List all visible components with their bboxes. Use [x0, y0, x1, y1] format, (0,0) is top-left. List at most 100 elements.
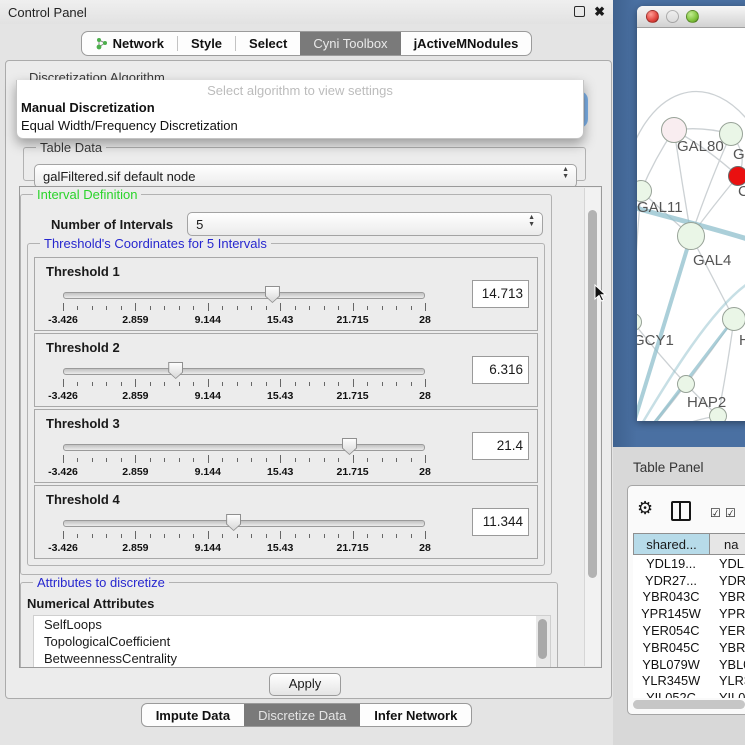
slider-thumb[interactable] [342, 438, 357, 455]
table-cell[interactable]: YBL079W [633, 657, 709, 672]
table-cell[interactable]: YBR045C [633, 640, 709, 655]
table-header-row: shared... na [633, 533, 745, 555]
close-window-icon[interactable] [646, 10, 659, 23]
threshold-4-slider[interactable]: -3.4262.8599.14415.4321.71528 [63, 516, 425, 554]
column-header-shared-name[interactable]: shared... [634, 534, 710, 554]
slider-thumb[interactable] [226, 514, 241, 531]
minimize-window-icon[interactable] [666, 10, 679, 23]
table-row[interactable]: YDL19...YDL1 [633, 555, 745, 572]
tick-label: 15.43 [267, 390, 293, 402]
slider-track[interactable] [63, 444, 425, 451]
slider-track[interactable] [63, 368, 425, 375]
slider-track[interactable] [63, 292, 425, 299]
table-cell[interactable]: YDL1 [709, 556, 745, 571]
table-cell[interactable]: YIL052C [633, 690, 709, 698]
number-of-intervals-combo[interactable]: 5 ▲▼ [187, 212, 543, 236]
checkbox-icon[interactable]: ☑ [710, 506, 721, 520]
network-canvas[interactable]: GAL80GCGAL11GAL4GCY1HHAP2 [637, 28, 745, 421]
attribute-list-item[interactable]: SelfLoops [34, 616, 550, 633]
table-row[interactable]: YLR345WYLR3 [633, 673, 745, 690]
tick-mark [92, 458, 93, 462]
table-row[interactable]: YBR043CYBR0 [633, 589, 745, 606]
attributes-list-scrollbar[interactable] [536, 616, 550, 668]
tick-mark [367, 306, 368, 310]
table-cell[interactable]: YIL0 [709, 690, 745, 698]
table-cell[interactable]: YBR0 [709, 640, 745, 655]
table-cell[interactable]: YER0 [709, 623, 745, 638]
attr-items: SelfLoopsTopologicalCoefficientBetweenne… [34, 616, 550, 667]
threshold-4-value-field[interactable]: 11.344 [472, 508, 529, 536]
table-data-combo[interactable]: galFiltered.sif default node ▲▼ [34, 164, 577, 188]
table-row[interactable]: YBL079WYBL0 [633, 656, 745, 673]
tab-network[interactable]: Network [82, 32, 177, 55]
tab-cyni-toolbox[interactable]: Cyni Toolbox [300, 32, 400, 55]
numerical-attributes-list[interactable]: SelfLoopsTopologicalCoefficientBetweenne… [33, 615, 551, 668]
threshold-1-slider[interactable]: -3.4262.8599.14415.4321.71528 [63, 288, 425, 326]
table-cell[interactable]: YPR145W [633, 606, 709, 621]
gear-icon[interactable]: ⚙ [637, 498, 653, 519]
right-section: GAL80GCGAL11GAL4GCY1HHAP2 Table Panel ⚙ … [613, 0, 745, 745]
tick-mark [251, 458, 252, 462]
node-hap2[interactable] [677, 375, 695, 393]
table-cell[interactable]: YLR3 [709, 673, 745, 688]
threshold-3-slider[interactable]: -3.4262.8599.14415.4321.71528 [63, 440, 425, 478]
float-panel-icon[interactable] [574, 6, 585, 17]
tick-label: 21.715 [337, 466, 369, 478]
viewport-scrollbar[interactable] [584, 188, 600, 666]
threshold-3-value-field[interactable]: 21.4 [472, 432, 529, 460]
slider-thumb[interactable] [265, 286, 280, 303]
node-partial-right[interactable] [722, 307, 745, 331]
table-cell[interactable]: YLR345W [633, 673, 709, 688]
column-header-name[interactable]: na [710, 534, 745, 554]
tick-mark [179, 382, 180, 386]
table-cell[interactable]: YPR1 [709, 606, 745, 621]
apply-button[interactable]: Apply [269, 673, 341, 696]
tick-label: -3.426 [48, 542, 78, 554]
tick-mark [411, 306, 412, 310]
threshold-1-panel: Threshold 1 -3.4262.8599.14415.4321.7152… [34, 257, 538, 331]
table-hscroll-thumb[interactable] [633, 700, 745, 709]
tab-discretize-data[interactable]: Discretize Data [244, 704, 360, 726]
table-row[interactable]: YDR27...YDR2 [633, 572, 745, 589]
tab-jactivemnodules[interactable]: jActiveMNodules [401, 32, 532, 55]
zoom-window-icon[interactable] [686, 10, 699, 23]
tab-infer-network[interactable]: Infer Network [360, 704, 471, 726]
table-cell[interactable]: YDR2 [709, 573, 745, 588]
column-layout-icon[interactable] [671, 501, 691, 521]
table-row[interactable]: YBR045CYBR0 [633, 639, 745, 656]
tick-mark [237, 458, 238, 462]
tab-select[interactable]: Select [236, 32, 300, 55]
threshold-2-slider[interactable]: -3.4262.8599.14415.4321.71528 [63, 364, 425, 402]
dropdown-option-manual-discretization[interactable]: Manual Discretization [17, 99, 583, 117]
tick-label: -3.426 [48, 390, 78, 402]
table-horizontal-scrollbar[interactable] [632, 700, 745, 709]
tab-style[interactable]: Style [178, 32, 235, 55]
table-row[interactable]: YPR145WYPR1 [633, 605, 745, 622]
tick-mark [266, 458, 267, 462]
table-panel-area: Table Panel ⚙ ☑ ☑ shared... na YDL19...Y… [613, 447, 745, 745]
node-gal4[interactable] [677, 222, 705, 250]
tick-mark [193, 306, 194, 310]
table-cell[interactable]: YDL19... [633, 556, 709, 571]
table-cell[interactable]: YER054C [633, 623, 709, 638]
slider-track[interactable] [63, 520, 425, 527]
table-cell[interactable]: YBR0 [709, 589, 745, 604]
attribute-list-item[interactable]: BetweennessCentrality [34, 650, 550, 667]
slider-thumb[interactable] [168, 362, 183, 379]
attribute-list-item[interactable]: TopologicalCoefficient [34, 633, 550, 650]
table-cell[interactable]: YDR27... [633, 573, 709, 588]
threshold-1-value-field[interactable]: 14.713 [472, 280, 529, 308]
table-cell[interactable]: YBR043C [633, 589, 709, 604]
table-cell[interactable]: YBL0 [709, 657, 745, 672]
close-panel-icon[interactable]: ✖ [594, 5, 605, 18]
tab-impute-data[interactable]: Impute Data [142, 704, 244, 726]
tick-mark [353, 303, 354, 311]
threshold-2-value-field[interactable]: 6.316 [472, 356, 529, 384]
viewport-scrollbar-thumb[interactable] [588, 210, 597, 578]
table-row[interactable]: YIL052CYIL0 [633, 689, 745, 698]
checkbox-icon[interactable]: ☑ [725, 506, 736, 520]
dropdown-option-equal-width-frequency[interactable]: Equal Width/Frequency Discretization [17, 117, 583, 135]
tick-mark [396, 534, 397, 538]
table-row[interactable]: YER054CYER0 [633, 622, 745, 639]
node-gcy1[interactable] [637, 313, 642, 331]
